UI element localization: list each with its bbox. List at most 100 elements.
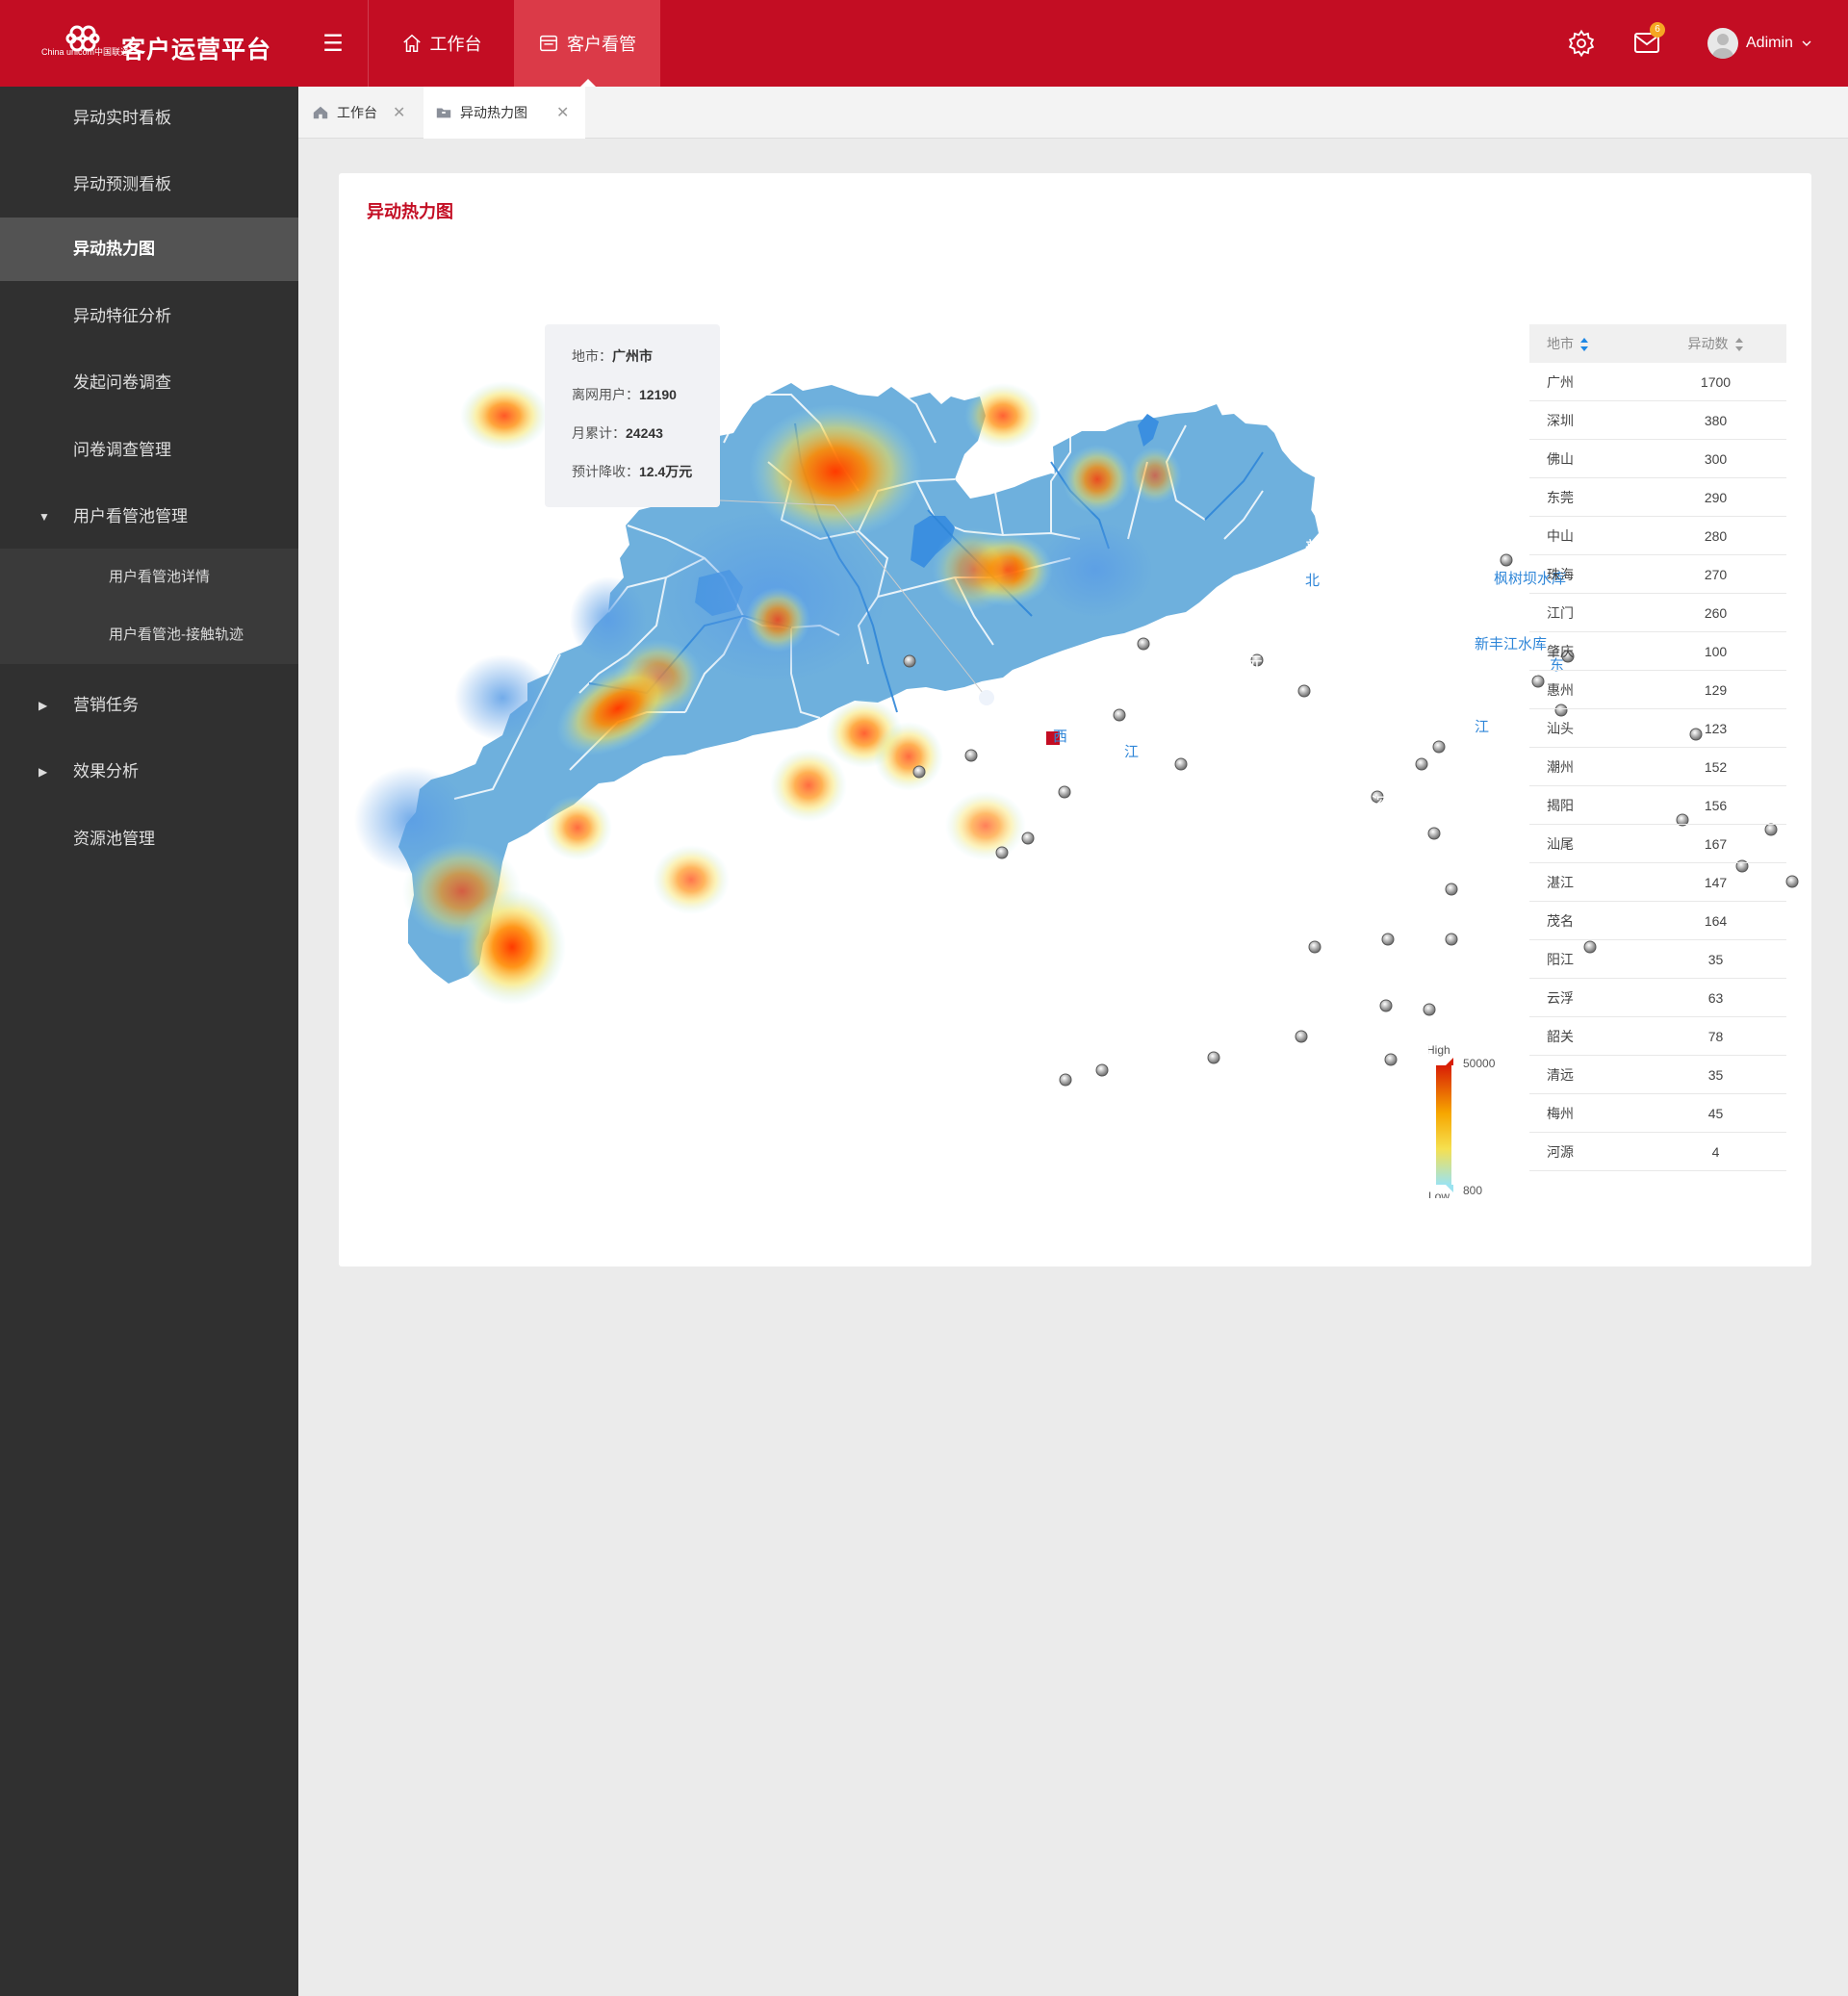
tooltip-city-label: 地市：: [572, 348, 612, 364]
nav-customer-label: 客户看管: [567, 35, 636, 54]
user-name: Adimin: [1746, 35, 1793, 51]
table-row[interactable]: 湛江 147: [1529, 863, 1786, 902]
sidebar-item-label: 发起问卷调查: [73, 373, 171, 392]
table-row[interactable]: 揭阳 156: [1529, 786, 1786, 825]
table-row[interactable]: 珠海 270: [1529, 555, 1786, 594]
sidebar-item-effect-analysis[interactable]: ▶ 效果分析: [0, 740, 298, 804]
sort-icon[interactable]: [1579, 338, 1589, 352]
nav-workbench-label: 工作台: [429, 35, 482, 54]
river-label: 北: [1305, 572, 1320, 589]
sidebar-item-feature-analysis[interactable]: 异动特征分析: [0, 285, 298, 348]
table-row[interactable]: 东莞 290: [1529, 478, 1786, 517]
sort-icon[interactable]: [1734, 338, 1744, 352]
header-count[interactable]: 异动数: [1645, 334, 1786, 353]
tooltip-monthly-value: 24243: [626, 425, 663, 441]
sidebar-item-resource-pool[interactable]: 资源池管理: [0, 807, 298, 871]
chevron-down-icon: [1802, 40, 1811, 46]
table-cell-city: 东莞: [1547, 489, 1574, 505]
table-row[interactable]: 潮州 152: [1529, 748, 1786, 786]
table-cell-count: 63: [1707, 989, 1724, 1006]
city-label: 江门市: [1172, 817, 1233, 840]
table-row[interactable]: 茂名 164: [1529, 902, 1786, 940]
app-title: 客户运营平台: [121, 37, 272, 64]
table-cell-city: 河源: [1547, 1143, 1574, 1160]
legend-high-handle[interactable]: [1446, 1058, 1453, 1065]
table-row[interactable]: 佛山 300: [1529, 440, 1786, 478]
city-tooltip: 地市：广州市 离网用户：12190 月累计：24243 预计降收：12.4万元: [545, 324, 720, 507]
tooltip-users-label: 离网用户：: [572, 387, 639, 402]
table-cell-count: 123: [1704, 720, 1728, 736]
china-unicom-logo-icon: [65, 25, 100, 52]
sidebar-item-realtime-board[interactable]: 异动实时看板: [0, 87, 298, 150]
legend-low-value: 800: [1463, 1184, 1482, 1197]
table-cell-city: 潮州: [1547, 758, 1574, 775]
table-cell-city: 清远: [1547, 1066, 1574, 1083]
close-icon[interactable]: ✕: [556, 103, 569, 122]
table-row[interactable]: 深圳 380: [1529, 401, 1786, 440]
menu-toggle-button[interactable]: ☰: [306, 27, 360, 62]
sidebar: 异动实时看板 异动预测看板 异动热力图 异动特征分析 发起问卷调查 问卷调查管理…: [0, 87, 298, 1996]
sidebar-item-heatmap[interactable]: 异动热力图: [0, 218, 298, 281]
mail-button[interactable]: 6: [1632, 22, 1665, 58]
tab-label: 工作台: [337, 104, 377, 120]
nav-customer-watch[interactable]: 客户看管: [514, 0, 660, 87]
table-row[interactable]: 清远 35: [1529, 1056, 1786, 1094]
table-row[interactable]: 广州 1700: [1529, 363, 1786, 401]
close-icon[interactable]: ✕: [393, 103, 405, 122]
table-row[interactable]: 汕尾 167: [1529, 825, 1786, 863]
table-row[interactable]: 肇庆 100: [1529, 632, 1786, 671]
table-cell-city: 深圳: [1547, 412, 1574, 428]
tab-workbench[interactable]: 工作台 ✕: [312, 87, 416, 138]
table-cell-city: 汕头: [1547, 720, 1574, 736]
user-menu[interactable]: Adimin: [1707, 25, 1812, 62]
table-cell-count: 290: [1704, 489, 1728, 505]
sidebar-item-start-survey[interactable]: 发起问卷调查: [0, 351, 298, 415]
table-row[interactable]: 韶关 78: [1529, 1017, 1786, 1056]
caret-right-icon: ▶: [38, 699, 48, 712]
city-label: 湛江市: [822, 948, 883, 971]
table-row[interactable]: 阳江 35: [1529, 940, 1786, 979]
river-label: 江: [1475, 718, 1489, 735]
sidebar-item-survey-management[interactable]: 问卷调查管理: [0, 419, 298, 482]
sidebar-subitem-contact-trace[interactable]: 用户看管池-接触轨迹: [0, 606, 298, 664]
table-row[interactable]: 云浮 63: [1529, 979, 1786, 1017]
sidebar-item-label: 效果分析: [73, 762, 139, 780]
selected-city-dot: [979, 690, 994, 705]
user-avatar-icon: [1712, 34, 1733, 59]
sidebar-item-label: 问卷调查管理: [73, 441, 171, 459]
settings-gear-icon[interactable]: [1567, 29, 1596, 58]
tooltip-monthly-row: 月累计：24243: [572, 419, 720, 457]
nav-workbench[interactable]: 工作台: [368, 0, 514, 87]
table-row[interactable]: 梅州 45: [1529, 1094, 1786, 1133]
table-row[interactable]: 汕头 123: [1529, 709, 1786, 748]
table-cell-city: 中山: [1547, 527, 1574, 544]
table-row[interactable]: 河源 4: [1529, 1133, 1786, 1171]
sidebar-item-marketing-tasks[interactable]: ▶ 营销任务: [0, 674, 298, 737]
tab-heatmap[interactable]: 异动热力图 ✕: [424, 87, 585, 139]
header-city[interactable]: 地市: [1529, 334, 1645, 353]
city-label: 深圳市: [1371, 794, 1431, 817]
city-label: 广州市: [1244, 705, 1304, 729]
table-row[interactable]: 中山 280: [1529, 517, 1786, 555]
table-cell-count: 147: [1704, 874, 1728, 890]
table-cell-city: 肇庆: [1547, 643, 1574, 659]
sidebar-subitem-watch-pool-detail[interactable]: 用户看管池详情: [0, 549, 298, 606]
table-cell-city: 阳江: [1547, 951, 1574, 967]
sidebar-item-label: 异动预测看板: [73, 175, 171, 193]
table-cell-city: 江门: [1547, 604, 1574, 621]
table-cell-count: 1700: [1700, 373, 1732, 390]
sidebar-item-forecast-board[interactable]: 异动预测看板: [0, 153, 298, 217]
table-body: 广州 1700 深圳 380 佛山 300 东莞 290 中山 280 珠海 270 江门 260 肇庆 10…: [1529, 363, 1786, 1171]
city-label: 佛山市: [1224, 769, 1285, 792]
logo: China unicom中国联通 客户运营平台: [38, 23, 270, 65]
table-cell-count: 260: [1704, 604, 1728, 621]
city-ranking-table: 地市 异动数 广州 1700 深圳 380 佛山 300 东莞 290 中山 280 珠海 270 江门…: [1529, 324, 1786, 1171]
table-row[interactable]: 惠州 129: [1529, 671, 1786, 709]
heat-legend: High 50000 Low 800: [1428, 1044, 1496, 1198]
city-label: 云浮市: [1082, 784, 1142, 807]
sidebar-item-watch-pool-management[interactable]: ▼ 用户看管池管理: [0, 485, 298, 549]
table-row[interactable]: 江门 260: [1529, 594, 1786, 632]
sidebar-subitem-label: 用户看管池-接触轨迹: [109, 627, 244, 643]
heatmap-card: 异动热力图 韶关市 河源市 梅州市 潮州市 揭阳市 汕头 汕尾市 清远市 广州市…: [339, 173, 1811, 1267]
table-cell-count: 270: [1704, 566, 1728, 582]
